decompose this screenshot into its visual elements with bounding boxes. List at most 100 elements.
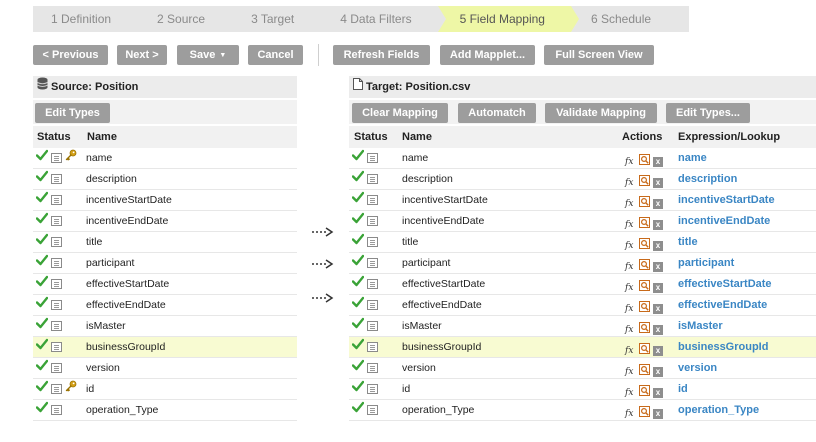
add-mapplet-button[interactable]: Add Mapplet...	[440, 45, 535, 65]
clear-expression-icon[interactable]: x	[653, 178, 663, 188]
wizard-step-2[interactable]: 2 Source	[137, 6, 231, 32]
expression-link[interactable]: effectiveStartDate	[678, 274, 772, 294]
target-row[interactable]: incentiveEndDate fx x incentiveEndDate	[349, 211, 816, 232]
details-icon[interactable]	[51, 237, 62, 247]
expression-link[interactable]: incentiveEndDate	[678, 211, 770, 231]
target-row[interactable]: incentiveStartDate fx x incentiveStartDate	[349, 190, 816, 211]
expression-link[interactable]: name	[678, 148, 707, 168]
expression-link[interactable]: incentiveStartDate	[678, 190, 775, 210]
field-name: description	[86, 173, 137, 185]
clear-expression-icon[interactable]: x	[653, 241, 663, 251]
details-icon[interactable]	[51, 384, 62, 394]
target-row[interactable]: effectiveEndDate fx x effectiveEndDate	[349, 295, 816, 316]
expression-link[interactable]: operation_Type	[678, 400, 759, 420]
details-icon[interactable]	[367, 174, 378, 184]
target-edit-types-button[interactable]: Edit Types...	[666, 103, 750, 123]
source-row[interactable]: incentiveStartDate	[33, 190, 297, 211]
details-icon[interactable]	[367, 300, 378, 310]
details-icon[interactable]	[51, 300, 62, 310]
clear-mapping-button[interactable]: Clear Mapping	[352, 103, 448, 123]
previous-button[interactable]: < Previous	[33, 45, 108, 65]
save-button[interactable]: Save ▼	[177, 45, 239, 65]
expression-link[interactable]: participant	[678, 253, 734, 273]
wizard-step-1[interactable]: 1 Definition	[33, 6, 137, 32]
details-icon[interactable]	[367, 258, 378, 268]
function-icon[interactable]: fx	[625, 404, 636, 424]
source-row[interactable]: description	[33, 169, 297, 190]
clear-expression-icon[interactable]: x	[653, 157, 663, 167]
clear-expression-icon[interactable]: x	[653, 262, 663, 272]
details-icon[interactable]	[51, 195, 62, 205]
refresh-fields-button[interactable]: Refresh Fields	[333, 45, 430, 65]
source-row[interactable]: businessGroupId	[33, 337, 297, 358]
details-icon[interactable]	[367, 342, 378, 352]
source-row[interactable]: effectiveEndDate	[33, 295, 297, 316]
source-row[interactable]: id	[33, 379, 297, 400]
target-row[interactable]: participant fx x participant	[349, 253, 816, 274]
details-icon[interactable]	[51, 153, 62, 163]
source-row[interactable]: version	[33, 358, 297, 379]
expression-link[interactable]: effectiveEndDate	[678, 295, 767, 315]
source-row[interactable]: isMaster	[33, 316, 297, 337]
target-row[interactable]: name fx x name	[349, 148, 816, 169]
details-icon[interactable]	[51, 363, 62, 373]
details-icon[interactable]	[367, 279, 378, 289]
expression-link[interactable]: title	[678, 232, 698, 252]
target-row[interactable]: isMaster fx x isMaster	[349, 316, 816, 337]
details-icon[interactable]	[51, 258, 62, 268]
expression-link[interactable]: version	[678, 358, 717, 378]
check-icon	[352, 400, 364, 420]
details-icon[interactable]	[367, 216, 378, 226]
source-edit-types-button[interactable]: Edit Types	[35, 103, 110, 123]
clear-expression-icon[interactable]: x	[653, 367, 663, 377]
next-button[interactable]: Next >	[117, 45, 167, 65]
validate-mapping-button[interactable]: Validate Mapping	[545, 103, 657, 123]
details-icon[interactable]	[367, 237, 378, 247]
details-icon[interactable]	[51, 216, 62, 226]
details-icon[interactable]	[367, 405, 378, 415]
clear-expression-icon[interactable]: x	[653, 304, 663, 314]
details-icon[interactable]	[367, 321, 378, 331]
cancel-button[interactable]: Cancel	[248, 45, 303, 65]
automatch-button[interactable]: Automatch	[458, 103, 536, 123]
expression-link[interactable]: isMaster	[678, 316, 723, 336]
details-icon[interactable]	[367, 363, 378, 373]
full-screen-view-button[interactable]: Full Screen View	[544, 45, 654, 65]
expression-link[interactable]: businessGroupId	[678, 337, 768, 357]
details-icon[interactable]	[51, 174, 62, 184]
details-icon[interactable]	[367, 195, 378, 205]
target-row[interactable]: version fx x version	[349, 358, 816, 379]
source-row[interactable]: participant	[33, 253, 297, 274]
details-icon[interactable]	[367, 153, 378, 163]
details-icon[interactable]	[51, 279, 62, 289]
source-row[interactable]: operation_Type	[33, 400, 297, 421]
source-row[interactable]: name	[33, 148, 297, 169]
details-icon[interactable]	[51, 342, 62, 352]
lookup-icon[interactable]	[639, 404, 650, 424]
target-row[interactable]: effectiveStartDate fx x effectiveStartDate	[349, 274, 816, 295]
clear-expression-icon[interactable]: x	[653, 409, 663, 419]
source-row[interactable]: incentiveEndDate	[33, 211, 297, 232]
clear-expression-icon[interactable]: x	[653, 283, 663, 293]
target-row[interactable]: id fx x id	[349, 379, 816, 400]
wizard-step-6[interactable]: 6 Schedule	[571, 6, 677, 32]
expression-link[interactable]: id	[678, 379, 688, 399]
target-row[interactable]: title fx x title	[349, 232, 816, 253]
source-row[interactable]: effectiveStartDate	[33, 274, 297, 295]
details-icon[interactable]	[51, 321, 62, 331]
details-icon[interactable]	[367, 384, 378, 394]
clear-expression-icon[interactable]: x	[653, 220, 663, 230]
clear-expression-icon[interactable]: x	[653, 388, 663, 398]
clear-expression-icon[interactable]: x	[653, 199, 663, 209]
details-icon[interactable]	[51, 405, 62, 415]
wizard-step-3[interactable]: 3 Target	[231, 6, 320, 32]
wizard-step-5[interactable]: 5 Field Mapping	[437, 6, 580, 32]
expression-link[interactable]: description	[678, 169, 737, 189]
clear-expression-icon[interactable]: x	[653, 325, 663, 335]
wizard-step-4[interactable]: 4 Data Filters	[320, 6, 437, 32]
clear-expression-icon[interactable]: x	[653, 346, 663, 356]
target-row[interactable]: businessGroupId fx x businessGroupId	[349, 337, 816, 358]
target-row[interactable]: operation_Type fx x operation_Type	[349, 400, 816, 421]
target-row[interactable]: description fx x description	[349, 169, 816, 190]
source-row[interactable]: title	[33, 232, 297, 253]
